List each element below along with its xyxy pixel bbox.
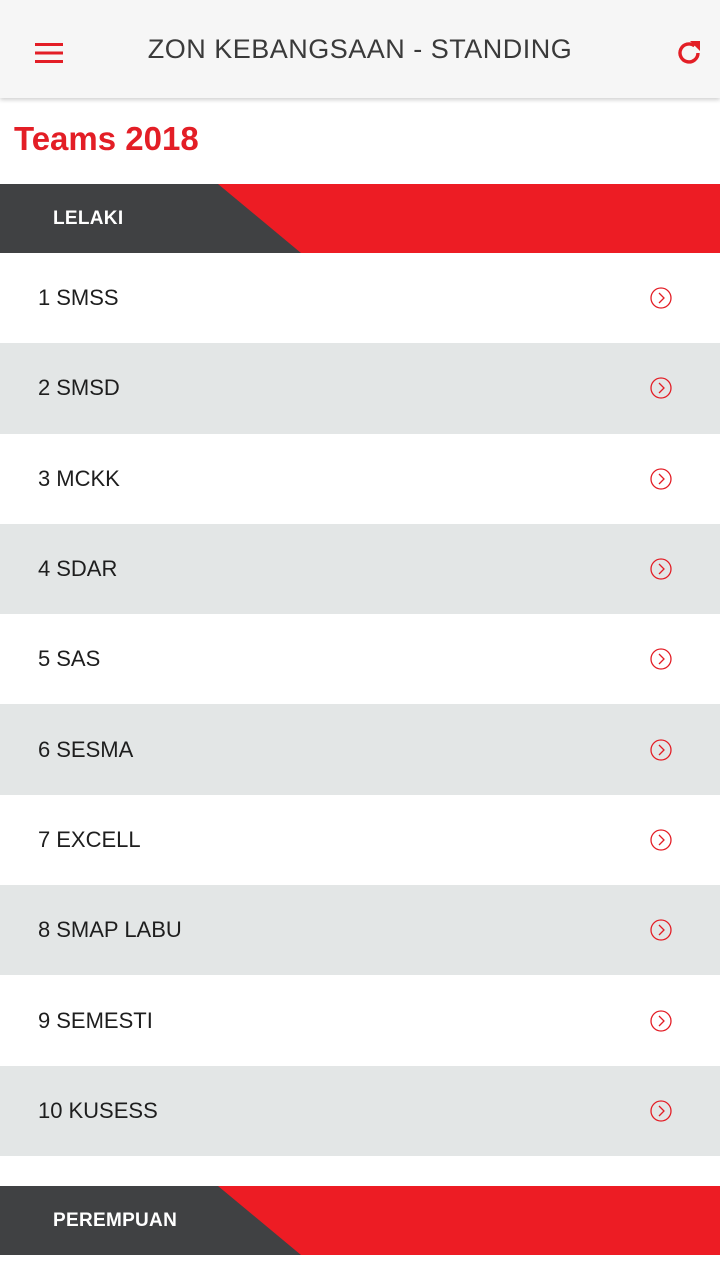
app-bar: ZON KEBANGSAAN - STANDING	[0, 0, 720, 98]
refresh-icon	[678, 41, 700, 64]
team-row[interactable]: 3 MCKK	[0, 433, 720, 524]
refresh-button[interactable]	[666, 30, 712, 76]
chevron-right-circle-icon	[650, 377, 672, 400]
menu-button[interactable]	[26, 30, 72, 76]
chevron-right-circle-icon	[650, 829, 672, 851]
team-rank: 7	[38, 826, 51, 852]
chevron-right-circle-icon	[650, 1100, 672, 1122]
hamburger-menu-icon	[35, 43, 63, 63]
chevron-right-circle-icon	[650, 468, 672, 490]
team-rank: 4	[38, 556, 51, 582]
team-row[interactable]: 6 SESMA	[0, 704, 720, 795]
team-row[interactable]: 5 SAS	[0, 614, 720, 705]
team-rank: 3	[38, 465, 51, 491]
team-row[interactable]: 4 SDAR	[0, 523, 720, 615]
chevron-right-circle-icon	[650, 648, 672, 670]
team-name: SAS	[56, 646, 101, 672]
team-rank: 9	[38, 1007, 51, 1033]
team-name: MCKK	[56, 465, 120, 491]
team-name: SMSS	[56, 285, 119, 311]
team-row[interactable]: 1 SMSS	[0, 253, 720, 344]
team-list: 1 SMSS 2 SMSD 3 MCKK 4 SDAR 5 SAS 6 SESM…	[0, 253, 720, 1156]
chevron-right-circle-icon	[650, 287, 672, 309]
section-header-lelaki: LELAKI	[0, 184, 720, 253]
chevron-right-circle-icon	[650, 919, 672, 941]
team-name: EXCELL	[56, 826, 141, 852]
team-rank: 6	[38, 736, 51, 762]
chevron-right-circle-icon	[650, 738, 672, 761]
section-header-perempuan: PEREMPUAN	[0, 1186, 720, 1255]
team-name: SMSD	[56, 375, 120, 401]
section-label: LELAKI	[53, 207, 124, 229]
team-name: SESMA	[56, 736, 134, 762]
page-title: Teams 2018	[14, 120, 199, 157]
team-rank: 8	[38, 917, 51, 943]
team-rank: 1	[38, 285, 51, 311]
team-rank: 10	[38, 1097, 63, 1123]
app-title: ZON KEBANGSAAN - STANDING	[147, 33, 573, 64]
team-row[interactable]: 10 KUSESS	[0, 1065, 720, 1156]
team-rank: 5	[38, 646, 51, 672]
chevron-right-circle-icon	[650, 558, 672, 580]
team-rank: 2	[38, 375, 51, 401]
section-label: PEREMPUAN	[53, 1209, 178, 1231]
team-name: SDAR	[56, 556, 118, 582]
team-row[interactable]: 8 SMAP LABU	[0, 885, 720, 976]
team-row[interactable]: 7 EXCELL	[0, 794, 720, 886]
team-name: SMAP LABU	[56, 917, 182, 943]
team-row[interactable]: 2 SMSD	[0, 343, 720, 434]
team-name: SEMESTI	[56, 1007, 153, 1033]
team-row[interactable]: 9 SEMESTI	[0, 975, 720, 1066]
chevron-right-circle-icon	[650, 1009, 672, 1032]
team-name: KUSESS	[68, 1097, 158, 1123]
